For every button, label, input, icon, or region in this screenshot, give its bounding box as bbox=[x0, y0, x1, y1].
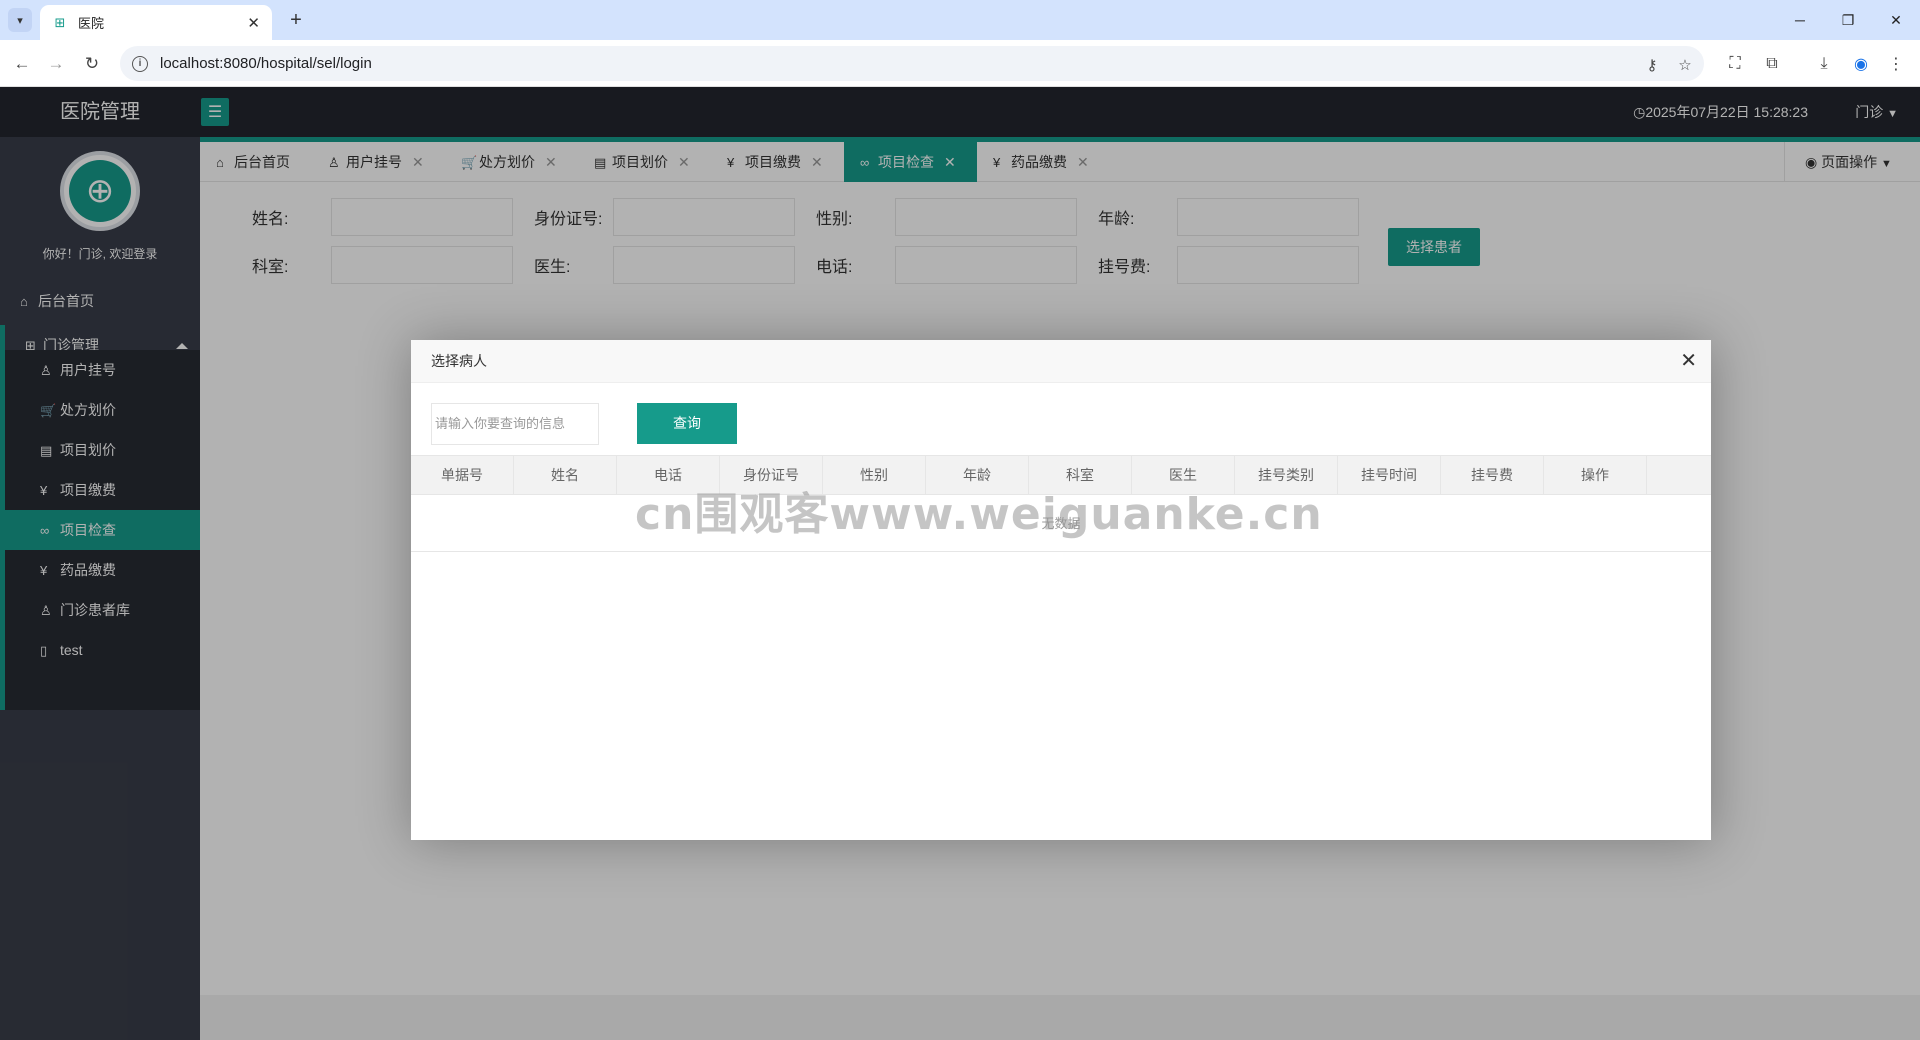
new-tab-button[interactable]: + bbox=[282, 6, 310, 34]
column-header[interactable]: 姓名 bbox=[514, 456, 617, 494]
url-text: localhost:8080/hospital/sel/login bbox=[160, 55, 372, 72]
site-info-icon[interactable]: i bbox=[132, 55, 148, 72]
browser-tab-title: 医院 bbox=[78, 16, 105, 31]
column-header[interactable]: 操作 bbox=[1544, 456, 1647, 494]
close-icon[interactable]: ✕ bbox=[1680, 340, 1697, 383]
restore-icon[interactable]: ❐ bbox=[1824, 0, 1872, 40]
tab-search-button[interactable]: ▾ bbox=[8, 8, 32, 32]
profile-icon[interactable]: ◉ bbox=[1849, 52, 1873, 76]
hospital-favicon-icon: ⊞ bbox=[54, 14, 66, 30]
screenshot-icon[interactable]: ⛶ bbox=[1723, 52, 1747, 76]
back-icon[interactable]: ← bbox=[8, 50, 36, 78]
column-header[interactable]: 挂号时间 bbox=[1338, 456, 1441, 494]
minimize-icon[interactable]: ─ bbox=[1776, 0, 1824, 40]
dialog-title: 选择病人 bbox=[431, 353, 487, 369]
window-close-icon[interactable]: ✕ bbox=[1872, 0, 1920, 40]
forward-icon[interactable]: → bbox=[42, 50, 70, 78]
browser-tab[interactable]: ⊞ 医院 ✕ bbox=[40, 5, 272, 40]
password-key-icon[interactable]: ⚷ bbox=[1642, 55, 1662, 75]
search-input[interactable]: 请输入你要查询的信息 bbox=[431, 403, 599, 445]
dialog-header: 选择病人 ✕ bbox=[411, 340, 1711, 383]
extensions-icon[interactable]: ⧉ bbox=[1760, 52, 1784, 76]
address-bar[interactable]: i localhost:8080/hospital/sel/login bbox=[120, 46, 1704, 81]
search-button[interactable]: 查询 bbox=[637, 403, 737, 444]
more-menu-icon[interactable]: ⋮ bbox=[1884, 52, 1908, 76]
watermark: cn围观客www.weiguanke.cn bbox=[635, 489, 1323, 540]
reload-icon[interactable]: ↻ bbox=[78, 50, 106, 78]
close-icon[interactable]: ✕ bbox=[247, 14, 260, 32]
browser-toolbar: ← → ↻ i localhost:8080/hospital/sel/logi… bbox=[0, 40, 1920, 87]
select-patient-dialog: 选择病人 ✕ 请输入你要查询的信息 查询 单据号 姓名 电话 身份证号 性别 年… bbox=[411, 340, 1711, 840]
column-header[interactable]: 单据号 bbox=[411, 456, 514, 494]
download-icon[interactable]: ⤓ bbox=[1812, 52, 1836, 76]
browser-tab-strip: ▾ ⊞ 医院 ✕ + ─ ❐ ✕ bbox=[0, 0, 1920, 40]
bookmark-star-icon[interactable]: ☆ bbox=[1675, 55, 1695, 75]
column-header[interactable]: 挂号费 bbox=[1441, 456, 1544, 494]
